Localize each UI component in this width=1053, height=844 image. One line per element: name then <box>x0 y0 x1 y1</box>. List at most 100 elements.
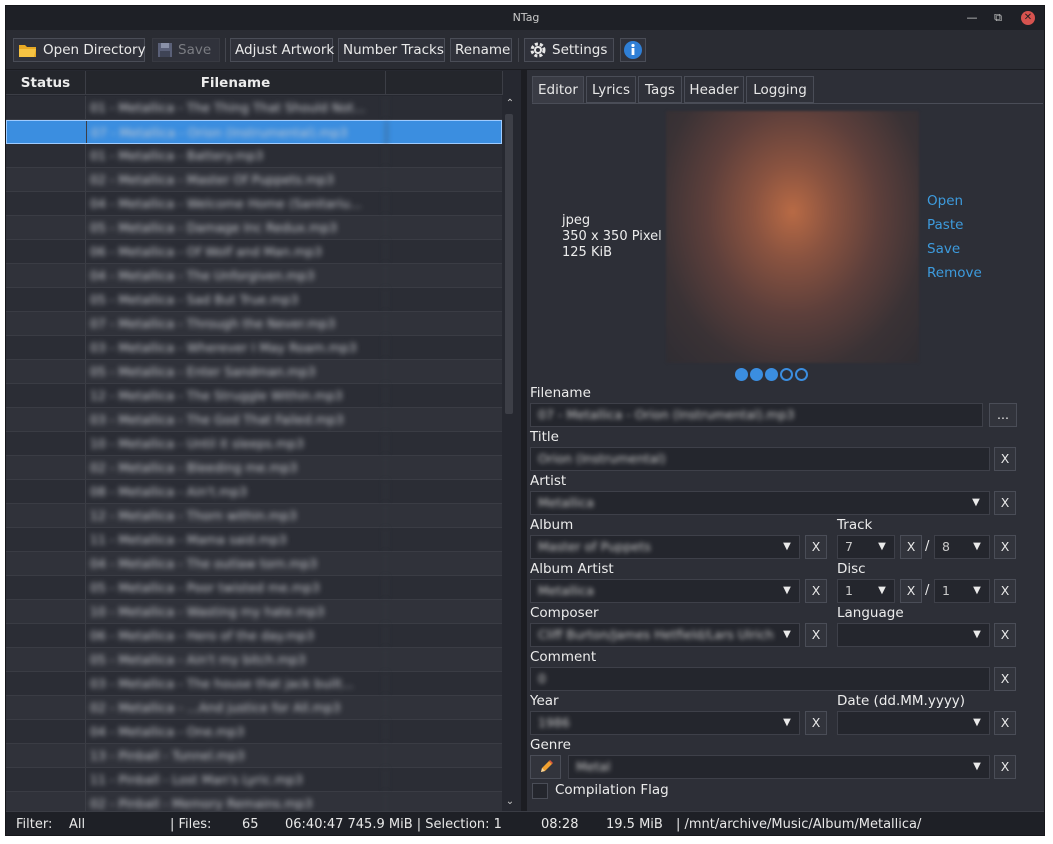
filter-value[interactable]: All <box>69 817 85 832</box>
close-icon[interactable]: ✕ <box>1021 11 1035 25</box>
table-row[interactable]: 03 - Metallica - The God That Failed.mp3 <box>6 408 502 432</box>
clear-composer-button[interactable]: X <box>805 623 827 647</box>
tab-lyrics[interactable]: Lyrics <box>586 76 636 103</box>
table-row[interactable]: 07 - Metallica - Orion (Instrumental).mp… <box>6 120 502 144</box>
clear-comment-button[interactable]: X <box>994 667 1016 691</box>
table-row[interactable]: 08 - Metallica - Ain't.mp3 <box>6 480 502 504</box>
edit-genre-button[interactable] <box>530 755 561 779</box>
table-row[interactable]: 10 - Metallica - Until it sleeps.mp3 <box>6 432 502 456</box>
tab-editor[interactable]: Editor <box>532 76 584 103</box>
table-row[interactable]: 11 - Metallica - Mama said.mp3 <box>6 528 502 552</box>
clear-track-total-button[interactable]: X <box>994 535 1016 559</box>
rename-button[interactable]: Rename <box>450 38 512 62</box>
track-dropdown-icon[interactable]: ▼ <box>871 535 893 559</box>
clear-genre-button[interactable]: X <box>994 755 1016 779</box>
table-row[interactable]: 02 - Pinball - Memory Remains.mp3 <box>6 792 502 812</box>
artwork-save-link[interactable]: Save <box>927 241 960 257</box>
artwork-open-link[interactable]: Open <box>927 193 963 209</box>
info-button[interactable] <box>620 38 646 62</box>
date-dropdown-icon[interactable]: ▼ <box>966 711 988 735</box>
clear-album-artist-button[interactable]: X <box>805 579 827 603</box>
title-field[interactable]: Orion (Instrumental) <box>530 447 990 471</box>
album-artist-combobox[interactable]: Metallica <box>530 579 800 603</box>
table-row[interactable]: 05 - Metallica - Ain't my bitch.mp3 <box>6 648 502 672</box>
table-row[interactable]: 12 - Metallica - Thorn within.mp3 <box>6 504 502 528</box>
table-row[interactable]: 05 - Metallica - Enter Sandman.mp3 <box>6 360 502 384</box>
number-tracks-button[interactable]: Number Tracks <box>338 38 445 62</box>
clear-disc-button[interactable]: X <box>900 579 922 603</box>
clear-date-button[interactable]: X <box>994 711 1016 735</box>
artwork-remove-link[interactable]: Remove <box>927 265 982 281</box>
album-combobox[interactable]: Master of Puppets <box>530 535 800 559</box>
minimize-icon[interactable]: — <box>963 9 981 27</box>
table-row[interactable]: 04 - Metallica - The outlaw torn.mp3 <box>6 552 502 576</box>
compilation-checkbox[interactable] <box>532 783 548 799</box>
clear-year-button[interactable]: X <box>805 711 827 735</box>
year-dropdown-icon[interactable]: ▼ <box>776 711 798 735</box>
year-combobox[interactable]: 1986 <box>530 711 800 735</box>
artist-dropdown-icon[interactable]: ▼ <box>965 491 987 515</box>
table-row[interactable]: 05 - Metallica - Damage Inc Redux.mp3 <box>6 216 502 240</box>
clear-album-button[interactable]: X <box>805 535 827 559</box>
table-row[interactable]: 01 - Metallica - The Thing That Should N… <box>6 96 502 120</box>
genre-dropdown-icon[interactable]: ▼ <box>966 755 988 779</box>
filename-column-header[interactable]: Filename <box>86 71 386 95</box>
scroll-down-icon[interactable]: ⌄ <box>504 796 516 807</box>
clear-title-button[interactable]: X <box>994 447 1016 471</box>
table-row[interactable]: 02 - Metallica - Bleeding me.mp3 <box>6 456 502 480</box>
open-directory-button[interactable]: Open Directory <box>13 38 146 62</box>
table-row[interactable]: 02 - Metallica - Master Of Puppets.mp3 <box>6 168 502 192</box>
table-row[interactable]: 05 - Metallica - Poor twisted me.mp3 <box>6 576 502 600</box>
filename-field[interactable]: 07 - Metallica - Orion (Instrumental).mp… <box>530 403 983 427</box>
extra-column-header[interactable] <box>386 71 503 95</box>
scroll-up-icon[interactable]: ⌃ <box>504 98 516 109</box>
tab-header[interactable]: Header <box>684 76 744 103</box>
table-row[interactable]: 06 - Metallica - Hero of the day.mp3 <box>6 624 502 648</box>
table-row[interactable]: 06 - Metallica - Of Wolf and Man.mp3 <box>6 240 502 264</box>
table-row[interactable]: 02 - Metallica - ...And justice for All.… <box>6 696 502 720</box>
tab-tags[interactable]: Tags <box>638 76 682 103</box>
artwork-paste-link[interactable]: Paste <box>927 217 963 233</box>
album-dropdown-icon[interactable]: ▼ <box>776 535 798 559</box>
table-row[interactable]: 11 - Pinball - Lost Man's Lyric.mp3 <box>6 768 502 792</box>
clear-artist-button[interactable]: X <box>994 491 1016 515</box>
clear-language-button[interactable]: X <box>994 623 1016 647</box>
disc-total-dropdown-icon[interactable]: ▼ <box>966 579 988 603</box>
table-row[interactable]: 04 - Metallica - Welcome Home (Sanitariu… <box>6 192 502 216</box>
clear-disc-total-button[interactable]: X <box>994 579 1016 603</box>
artwork-page-dot[interactable] <box>795 368 808 381</box>
composer-dropdown-icon[interactable]: ▼ <box>776 623 798 647</box>
table-row[interactable]: 04 - Metallica - One.mp3 <box>6 720 502 744</box>
table-row[interactable]: 13 - Pinball - Tunnel.mp3 <box>6 744 502 768</box>
table-row[interactable]: 03 - Metallica - Wherever I May Roam.mp3 <box>6 336 502 360</box>
restore-icon[interactable]: ⧉ <box>989 9 1007 27</box>
album-artist-dropdown-icon[interactable]: ▼ <box>776 579 798 603</box>
composer-combobox[interactable]: Cliff Burton/James Hetfield/Lars Ulrich <box>530 623 800 647</box>
language-dropdown-icon[interactable]: ▼ <box>966 623 988 647</box>
artist-combobox[interactable]: Metallica <box>530 491 990 515</box>
status-column-header[interactable]: Status <box>6 71 86 95</box>
table-row[interactable]: 05 - Metallica - Sad But True.mp3 <box>6 288 502 312</box>
browse-filename-button[interactable]: ... <box>989 403 1017 427</box>
table-row[interactable]: 10 - Metallica - Wasting my hate.mp3 <box>6 600 502 624</box>
scrollbar-thumb[interactable] <box>505 114 513 414</box>
table-row[interactable]: 12 - Metallica - The Struggle Within.mp3 <box>6 384 502 408</box>
artwork-page-dot[interactable] <box>735 368 748 381</box>
tab-logging[interactable]: Logging <box>746 76 814 103</box>
clear-track-button[interactable]: X <box>900 535 922 559</box>
table-row[interactable]: 03 - Metallica - The house that jack bui… <box>6 672 502 696</box>
comment-field[interactable]: 0 <box>530 667 990 691</box>
track-total-dropdown-icon[interactable]: ▼ <box>966 535 988 559</box>
adjust-artwork-button[interactable]: Adjust Artwork <box>230 38 334 62</box>
artwork-page-dot[interactable] <box>780 368 793 381</box>
table-row[interactable]: 01 - Metallica - Battery.mp3 <box>6 144 502 168</box>
table-row[interactable]: 04 - Metallica - The Unforgiven.mp3 <box>6 264 502 288</box>
table-row[interactable]: 07 - Metallica - Through the Never.mp3 <box>6 312 502 336</box>
disc-dropdown-icon[interactable]: ▼ <box>871 579 893 603</box>
settings-button[interactable]: Settings <box>524 38 614 62</box>
file-list-scrollbar[interactable]: ⌃ ⌄ <box>503 96 517 811</box>
artwork-page-dot[interactable] <box>750 368 763 381</box>
artwork-page-dot[interactable] <box>765 368 778 381</box>
save-button[interactable]: Save <box>152 38 220 62</box>
genre-combobox[interactable]: Metal <box>568 755 990 779</box>
